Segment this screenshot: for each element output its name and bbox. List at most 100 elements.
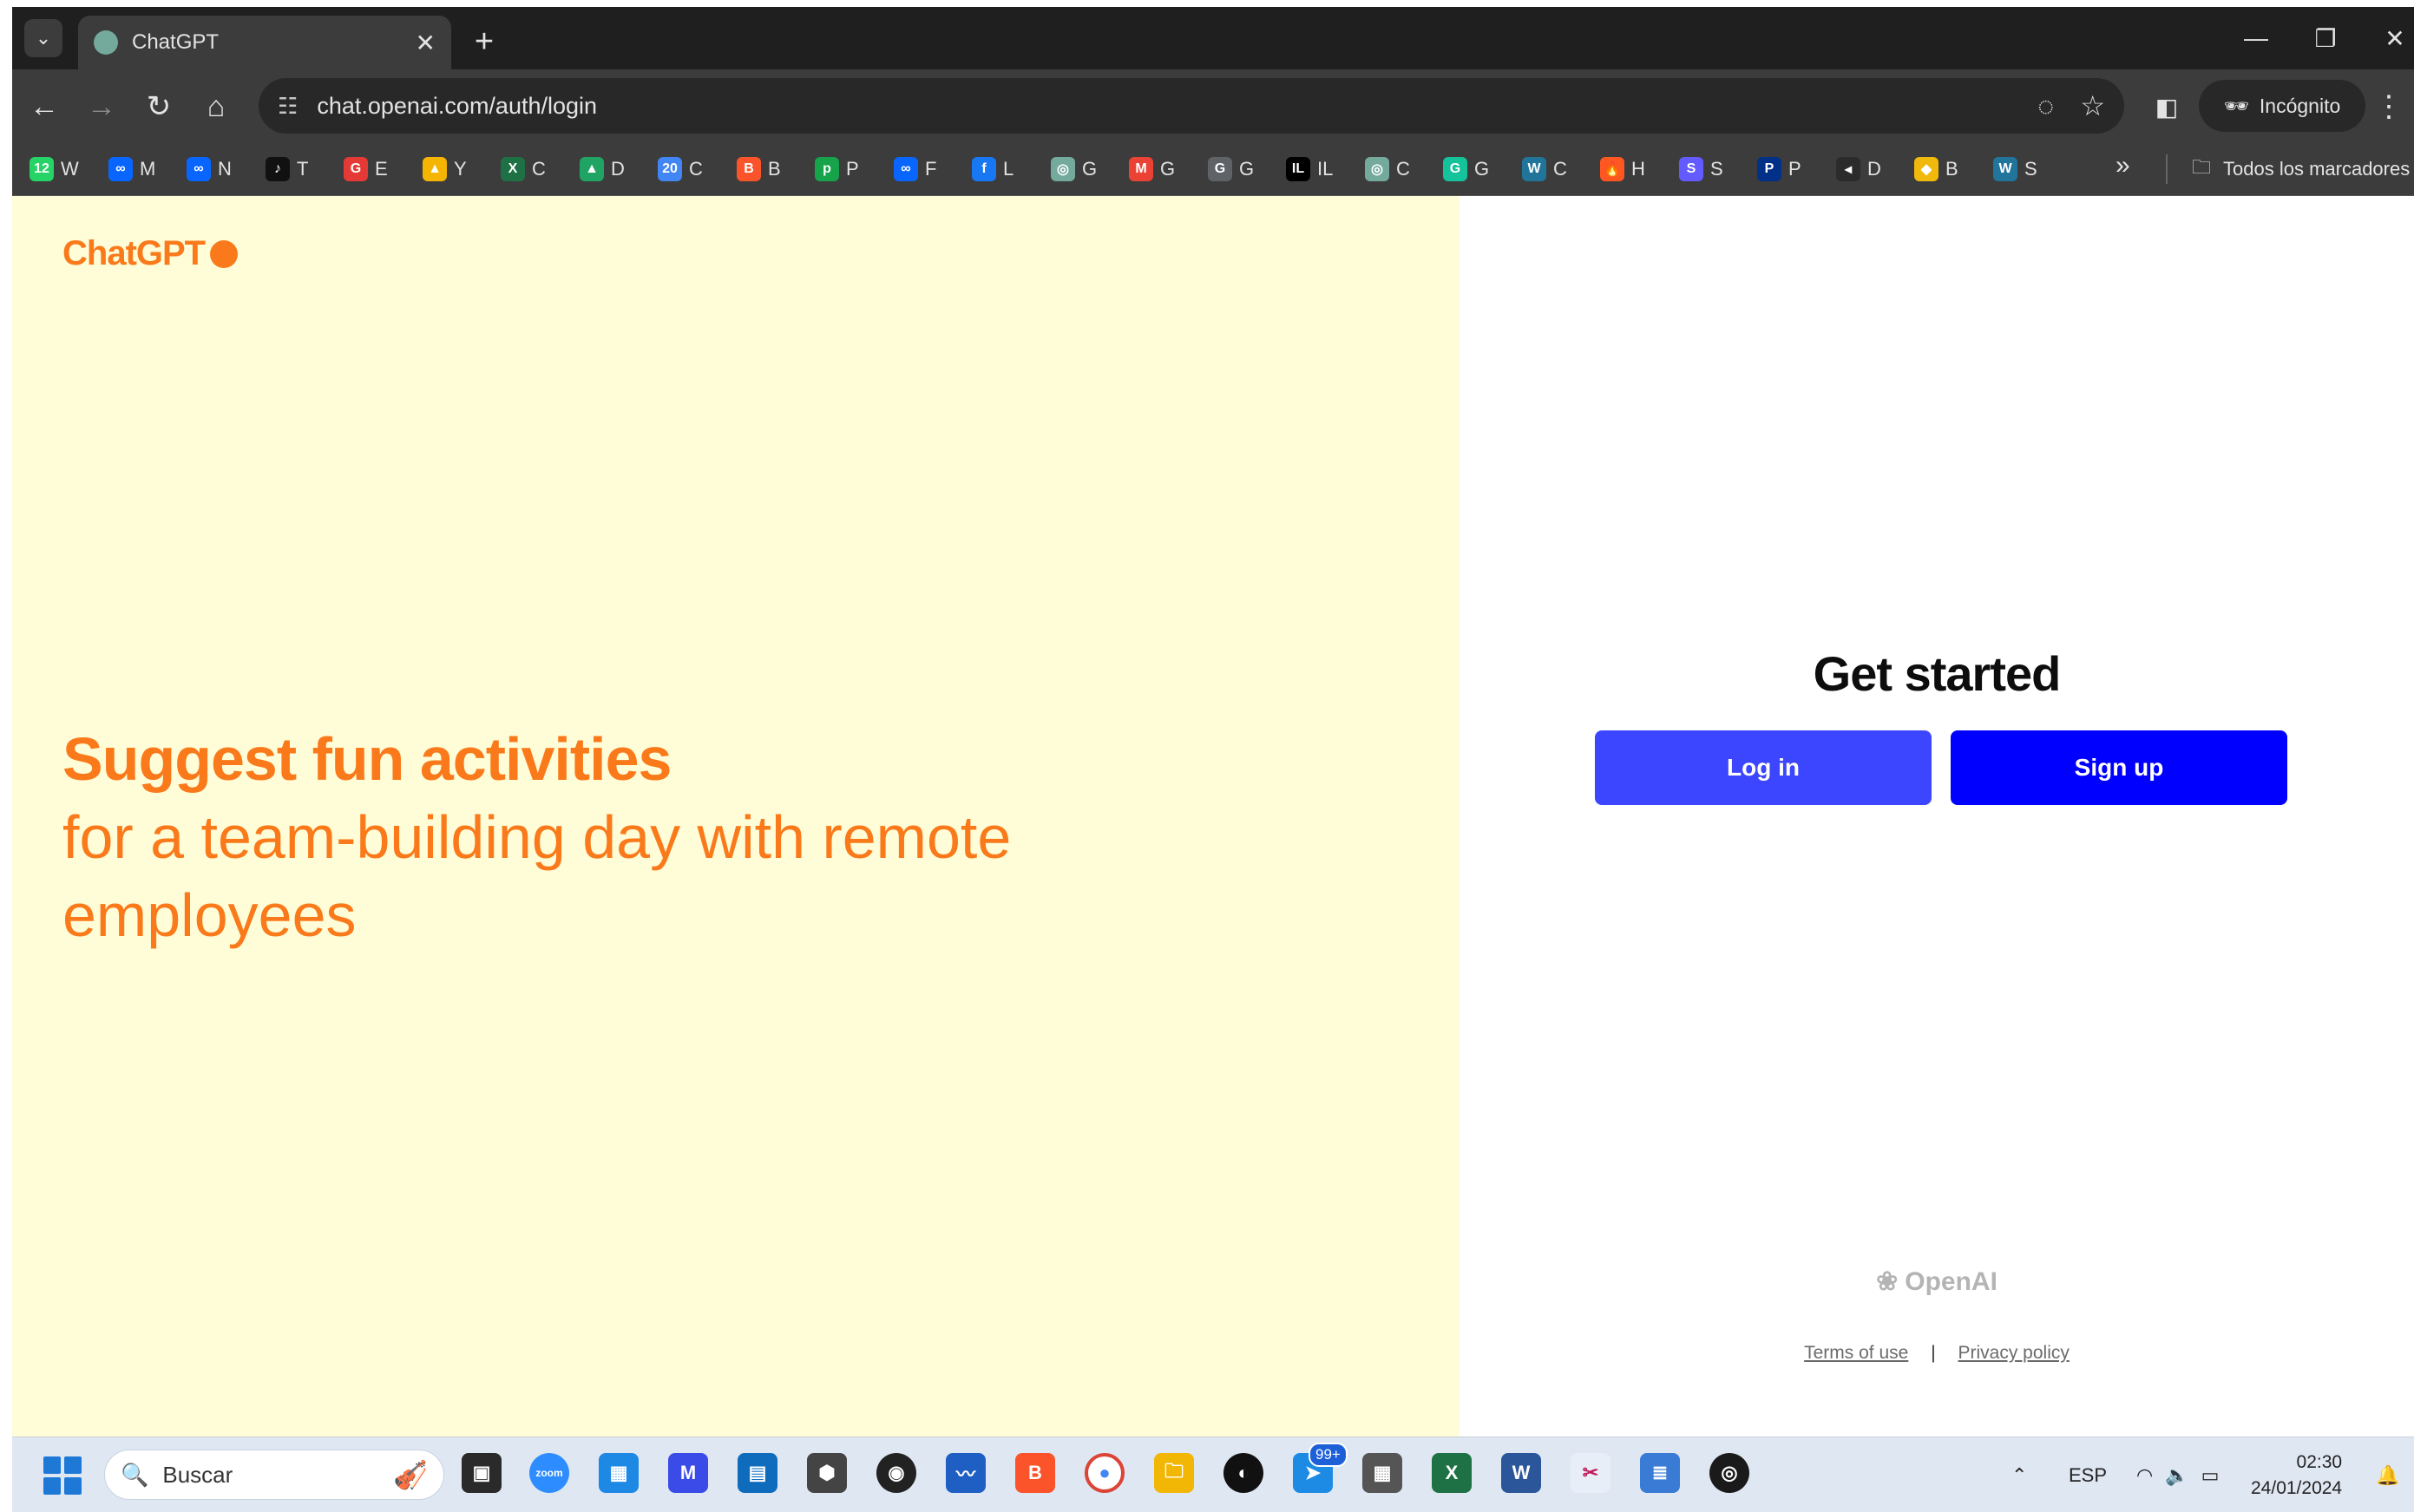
bookmark-item[interactable]: PP [1757, 153, 1801, 186]
window-top-edge [0, 0, 2414, 7]
bookmark-item[interactable]: GE [344, 153, 388, 186]
close-tab-icon[interactable]: ✕ [416, 29, 436, 57]
google-drive-icon: ▲ [580, 157, 604, 181]
address-bar[interactable]: ☷ chat.openai.com/auth/login ◌ ☆ [259, 78, 2124, 134]
system-tray[interactable]: ◠ 🔈 ▭ [2136, 1437, 2219, 1512]
bookmark-label: L [1003, 158, 1014, 180]
windows-start-icon[interactable] [43, 1456, 82, 1495]
back-arrow-icon[interactable]: ← [24, 87, 64, 127]
bookmark-label: C [689, 158, 703, 180]
bookmark-label: P [1788, 158, 1801, 180]
bookmark-item[interactable]: ∞ N [187, 153, 232, 186]
signup-button[interactable]: Sign up [1951, 730, 2287, 805]
footer-links: Terms of use | Privacy policy [1460, 1343, 2414, 1364]
paypal-icon: P [1757, 157, 1781, 181]
bookmark-item[interactable]: ◎ G [1051, 153, 1097, 186]
zoom-icon[interactable]: zoom [529, 1453, 569, 1493]
close-window-icon[interactable]: ✕ [2369, 19, 2414, 57]
notepad-icon[interactable]: ≣ [1640, 1453, 1680, 1493]
bookmark-item[interactable]: WC [1522, 153, 1567, 186]
bookmark-item[interactable]: GG [1443, 153, 1489, 186]
tiktok-icon: ♪ [266, 157, 290, 181]
bookmark-item[interactable]: 20 C [658, 153, 703, 186]
new-tab-button[interactable]: + [465, 23, 503, 61]
active-tab[interactable]: ChatGPT ✕ [78, 16, 451, 69]
bookmark-item[interactable]: ∞ M [108, 153, 155, 186]
bookmark-label: G [1474, 158, 1490, 180]
privacy-policy-link[interactable]: Privacy policy [1958, 1343, 2070, 1363]
bookmark-item[interactable]: ♪ T [266, 153, 308, 186]
meta-icon: ∞ [187, 157, 211, 181]
bookmark-label: T [297, 158, 309, 180]
file-explorer-icon[interactable]: 🗀 [1154, 1453, 1194, 1493]
language-indicator[interactable]: ESP [2069, 1437, 2107, 1512]
notifications-bell-icon[interactable]: 🔔 [2376, 1437, 2399, 1512]
bookmark-item[interactable]: pP [815, 153, 859, 186]
bookmark-item[interactable]: MG [1129, 153, 1175, 186]
calculator-icon[interactable]: ▦ [1362, 1453, 1402, 1493]
clock[interactable]: 02:30 24/01/2024 [2251, 1450, 2342, 1502]
terms-of-use-link[interactable]: Terms of use [1804, 1343, 1908, 1363]
restore-icon[interactable]: ❐ [2299, 19, 2352, 57]
incognito-indicator[interactable]: 🕶 Incógnito [2199, 80, 2365, 132]
star-bookmark-icon[interactable]: ☆ [2080, 89, 2105, 122]
task-view-icon[interactable]: ▣ [462, 1453, 502, 1493]
bookmark-item[interactable]: ∞ F [894, 153, 936, 186]
bookmark-label: G [1160, 158, 1176, 180]
bookmark-label: W [61, 158, 79, 180]
notification-badge: 99+ [1309, 1443, 1348, 1467]
widgets-icon[interactable]: ▦ [599, 1453, 639, 1493]
word-icon[interactable]: W [1501, 1453, 1541, 1493]
brave-icon[interactable]: B [1015, 1453, 1055, 1493]
excel-icon[interactable]: X [1432, 1453, 1472, 1493]
obs-icon[interactable]: ◉ [876, 1453, 916, 1493]
bookmark-item[interactable]: 🔥 H [1600, 153, 1645, 186]
bookmark-label: D [611, 158, 625, 180]
chart-app-icon[interactable]: 〰 [946, 1453, 986, 1493]
bookmark-item[interactable]: ◎ C [1365, 153, 1410, 186]
bookmark-item[interactable]: XC [501, 153, 546, 186]
app-moon-icon[interactable]: ◐ [1223, 1453, 1263, 1493]
bookmark-item[interactable]: SS [1679, 153, 1723, 186]
show-hidden-icons[interactable]: ⌃ [2011, 1437, 2027, 1512]
all-bookmarks-button[interactable]: 🗀 Todos los marcadores [2192, 153, 2410, 186]
side-panel-icon[interactable]: ◧ [2147, 87, 2187, 127]
chatgpt-app-icon[interactable]: ◎ [1709, 1453, 1749, 1493]
bookmark-item[interactable]: ▲ Y [423, 153, 467, 186]
url-text[interactable]: chat.openai.com/auth/login [317, 93, 2011, 120]
snipping-tool-icon[interactable]: ✂ [1571, 1453, 1610, 1493]
bookmark-label: H [1631, 158, 1645, 180]
bookmark-label: N [218, 158, 232, 180]
binance-icon: ◆ [1914, 157, 1938, 181]
site-settings-icon[interactable]: ☷ [278, 93, 298, 120]
bookmark-item[interactable]: 12 W [30, 153, 79, 186]
home-icon[interactable]: ⌂ [196, 87, 236, 127]
wifi-icon: ◠ [2136, 1463, 2154, 1486]
taskbar-search[interactable]: 🔍 Buscar 🎻 [104, 1450, 444, 1500]
bookmark-item[interactable]: ◂ D [1836, 153, 1881, 186]
bookmark-item[interactable]: GG [1208, 153, 1254, 186]
minimize-icon[interactable]: — [2230, 19, 2282, 57]
bookmark-item[interactable]: IL IL [1286, 153, 1333, 186]
eye-slash-icon[interactable]: ◌ [2037, 90, 2054, 122]
bookmark-item[interactable]: ▲ D [580, 153, 625, 186]
tab-title: ChatGPT [132, 30, 220, 54]
bookmark-item[interactable]: WS [1993, 153, 2037, 186]
tab-search-button[interactable]: ⌄ [24, 19, 62, 57]
microsoft-store-icon[interactable]: ▤ [738, 1453, 777, 1493]
cube-app-icon[interactable]: ⬢ [807, 1453, 847, 1493]
chrome-icon[interactable]: ● [1085, 1453, 1125, 1493]
browser-toolbar: ← → ↻ ⌂ ☷ chat.openai.com/auth/login ◌ ☆… [12, 69, 2414, 142]
bookmark-item[interactable]: ◆ B [1914, 153, 1958, 186]
bookmark-item[interactable]: fL [972, 153, 1013, 186]
forward-arrow-icon[interactable]: → [82, 87, 121, 127]
reload-icon[interactable]: ↻ [139, 87, 179, 127]
bookmark-item[interactable]: BB [737, 153, 781, 186]
more-menu-icon[interactable]: ⋮ [2369, 87, 2409, 127]
google-icon: G [1208, 157, 1232, 181]
clock-date: 24/01/2024 [2251, 1478, 2343, 1498]
more-bookmarks-icon[interactable]: » [2116, 151, 2130, 180]
login-button[interactable]: Log in [1595, 730, 1932, 805]
app-m-icon[interactable]: M [668, 1453, 708, 1493]
d-icon: ◂ [1836, 157, 1860, 181]
